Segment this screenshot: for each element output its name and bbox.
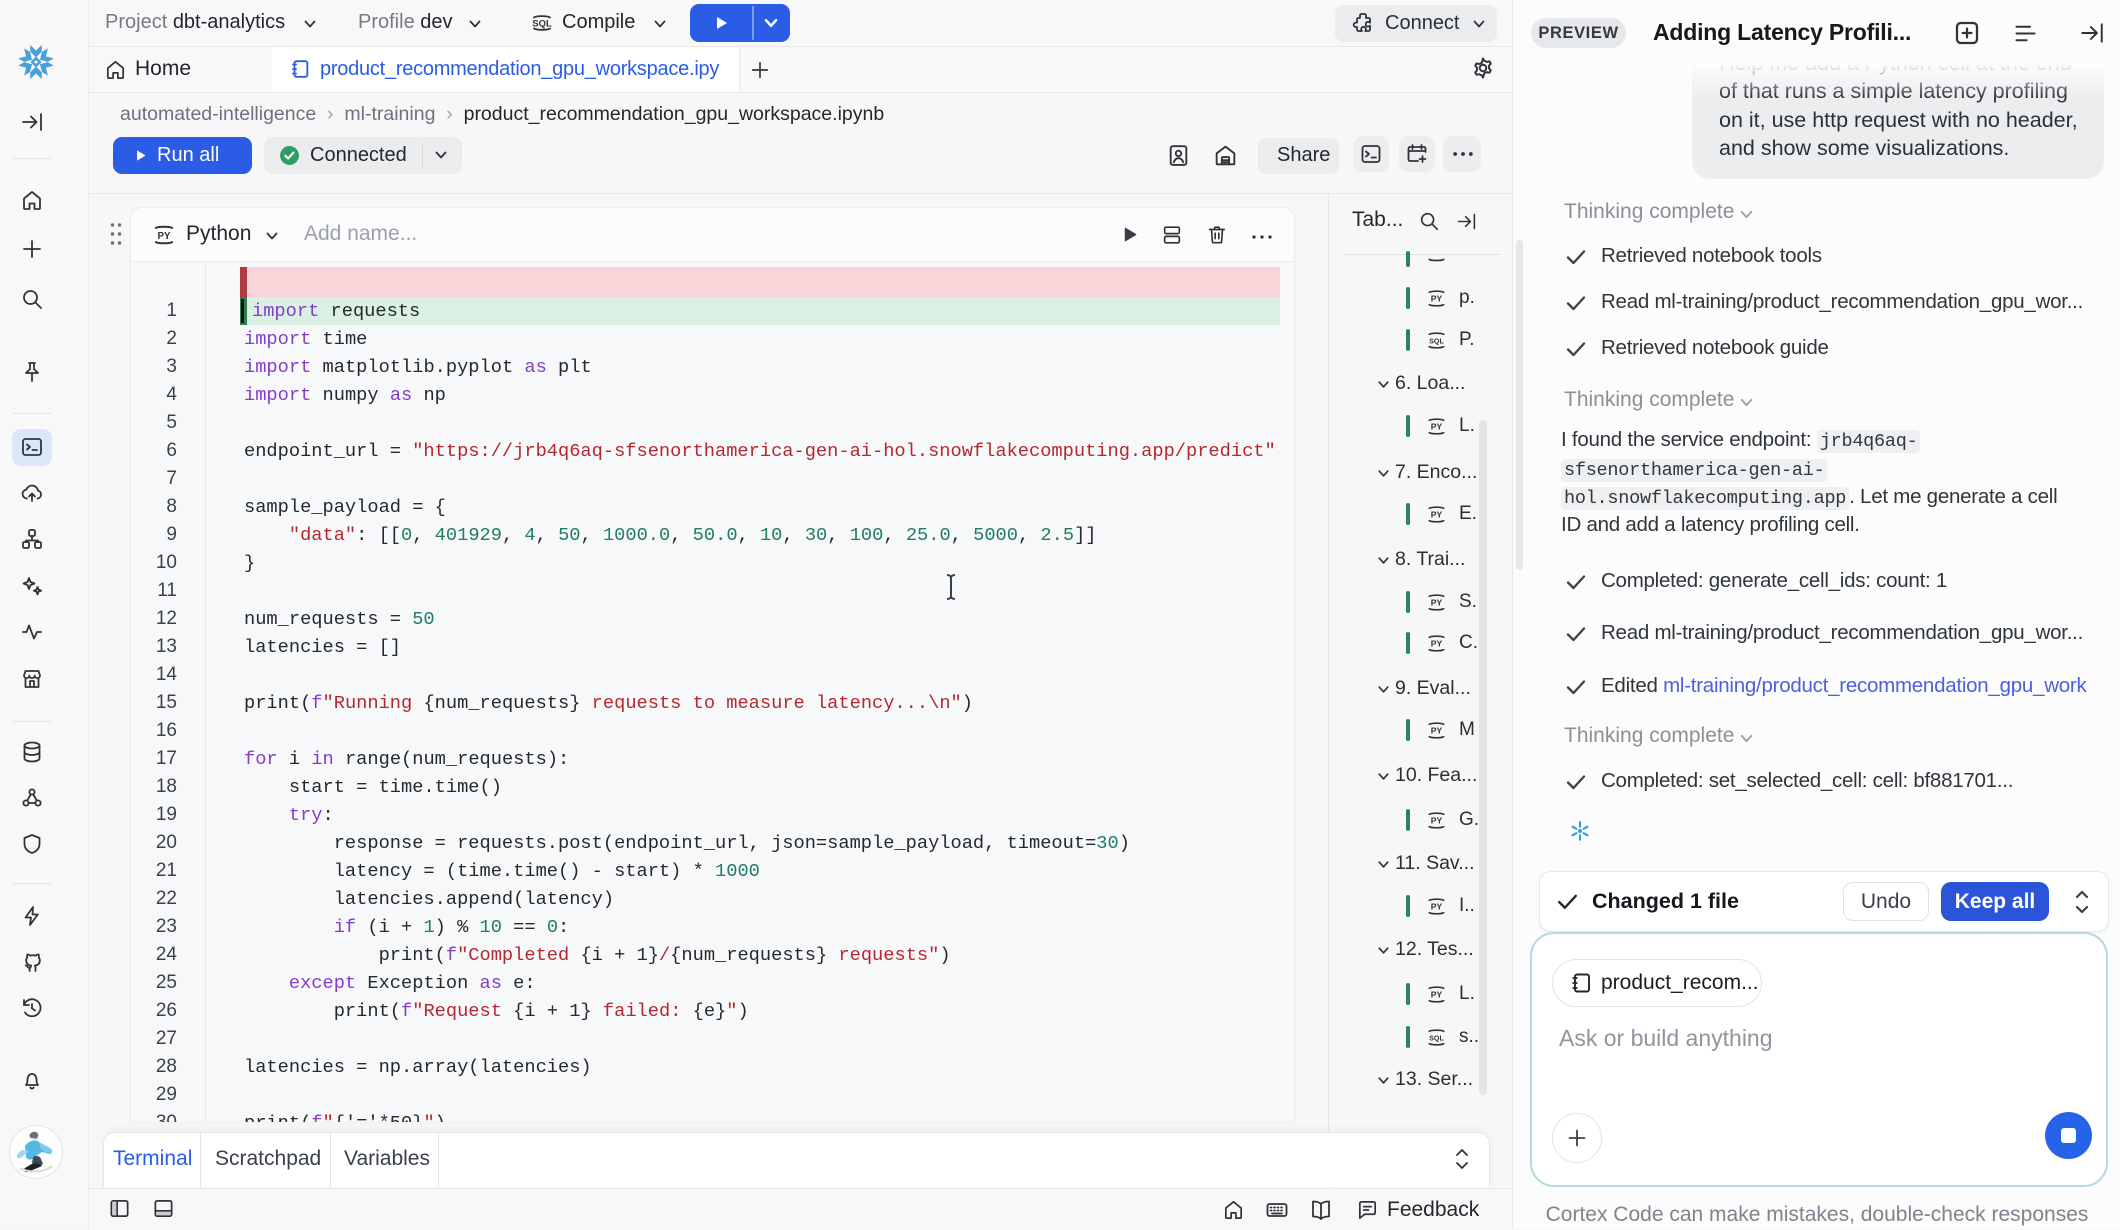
svg-text:PY: PY — [1431, 815, 1443, 825]
svg-text:SQL: SQL — [1429, 337, 1444, 345]
svg-text:PY: PY — [1431, 509, 1443, 519]
svg-text:PY: PY — [1431, 725, 1443, 735]
svg-text:PY: PY — [1431, 638, 1443, 648]
svg-text:PY: PY — [1431, 989, 1443, 999]
svg-text:PY: PY — [1431, 293, 1443, 303]
svg-text:PY: PY — [1431, 901, 1443, 911]
svg-text:PY: PY — [1431, 421, 1443, 431]
svg-text:SQL: SQL — [532, 19, 552, 30]
svg-text:PY: PY — [1431, 597, 1443, 607]
svg-text:SQL: SQL — [1429, 1034, 1444, 1042]
svg-text:PY: PY — [157, 231, 171, 242]
